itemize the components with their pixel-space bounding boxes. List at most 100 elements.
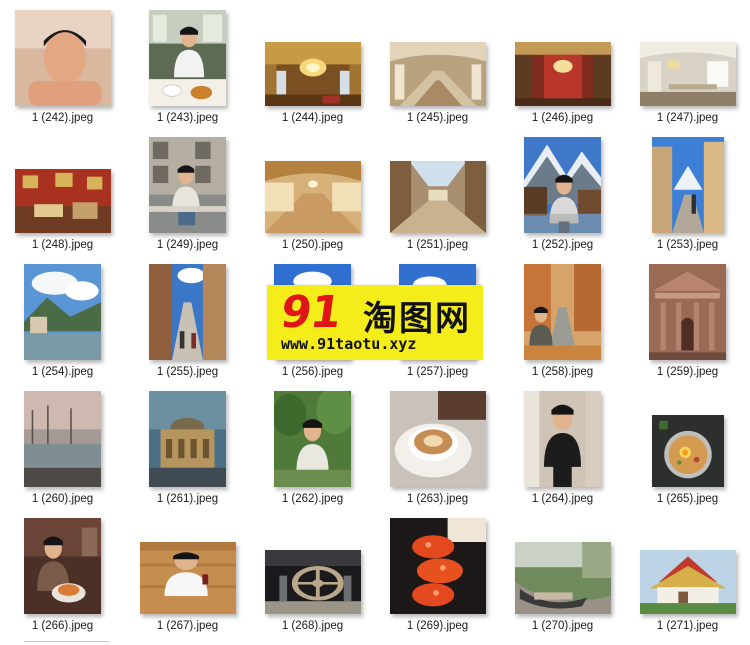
file-item[interactable]: 1 (258).jpeg — [500, 260, 625, 387]
thumbnail-image[interactable] — [149, 391, 226, 487]
thumbnail-image[interactable] — [140, 542, 236, 614]
watermark-banner: 91 淘图网 www.91taotu.xyz — [267, 285, 483, 360]
file-name: 1 (252).jpeg — [531, 239, 594, 251]
thumbnail-area — [500, 6, 625, 110]
file-name: 1 (267).jpeg — [156, 620, 219, 632]
file-item[interactable]: 1 (246).jpeg — [500, 6, 625, 133]
file-item[interactable]: 1 (247).jpeg — [625, 6, 750, 133]
file-name: 1 (243).jpeg — [156, 112, 219, 124]
file-name: 1 (248).jpeg — [31, 239, 94, 251]
thumbnail-area — [250, 514, 375, 618]
thumbnail-area — [125, 387, 250, 491]
thumbnail-area — [625, 514, 750, 618]
file-item[interactable]: 1 (255).jpeg — [125, 260, 250, 387]
thumbnail-area — [500, 133, 625, 237]
thumbnail-area — [375, 514, 500, 618]
file-name: 1 (242).jpeg — [31, 112, 94, 124]
file-name: 1 (263).jpeg — [406, 493, 469, 505]
file-item[interactable]: 1 (268).jpeg — [250, 514, 375, 641]
thumbnail-image[interactable] — [640, 42, 736, 106]
watermark-url: www.91taotu.xyz — [281, 335, 417, 353]
file-item[interactable]: 1 (254).jpeg — [0, 260, 125, 387]
file-item[interactable]: 1 (251).jpeg — [375, 133, 500, 260]
thumbnail-image[interactable] — [24, 264, 101, 360]
file-name: 1 (258).jpeg — [531, 366, 594, 378]
thumbnail-area — [625, 6, 750, 110]
thumbnail-image[interactable] — [640, 550, 736, 614]
file-item[interactable]: 1 (242).jpeg — [0, 6, 125, 133]
thumbnail-area — [125, 514, 250, 618]
thumbnail-area — [500, 387, 625, 491]
thumbnail-area — [0, 387, 125, 491]
file-item[interactable]: 1 (262).jpeg — [250, 387, 375, 514]
thumbnail-image[interactable] — [515, 542, 611, 614]
file-name: 1 (257).jpeg — [406, 366, 469, 378]
file-item[interactable]: 1 (263).jpeg — [375, 387, 500, 514]
file-item[interactable]: 1 (250).jpeg — [250, 133, 375, 260]
file-item[interactable]: 1 (264).jpeg — [500, 387, 625, 514]
thumbnail-image[interactable] — [652, 137, 724, 233]
thumbnail-image[interactable] — [265, 42, 361, 106]
file-name: 1 (268).jpeg — [281, 620, 344, 632]
file-name: 1 (266).jpeg — [31, 620, 94, 632]
thumbnail-image[interactable] — [390, 42, 486, 106]
file-name: 1 (262).jpeg — [281, 493, 344, 505]
watermark-chinese-text: 淘图网 — [363, 299, 471, 339]
thumbnail-image[interactable] — [15, 10, 111, 106]
file-name: 1 (254).jpeg — [31, 366, 94, 378]
file-name: 1 (256).jpeg — [281, 366, 344, 378]
thumbnail-image[interactable] — [390, 391, 486, 487]
file-name: 1 (245).jpeg — [406, 112, 469, 124]
thumbnail-image[interactable] — [24, 518, 101, 614]
file-item[interactable]: 1 (243).jpeg — [125, 6, 250, 133]
file-name: 1 (261).jpeg — [156, 493, 219, 505]
thumbnail-image[interactable] — [265, 161, 361, 233]
thumbnail-area — [125, 260, 250, 364]
file-name: 1 (271).jpeg — [656, 620, 719, 632]
file-name: 1 (249).jpeg — [156, 239, 219, 251]
file-item[interactable]: 1 (249).jpeg — [125, 133, 250, 260]
thumbnail-area — [0, 260, 125, 364]
file-item[interactable]: 1 (259).jpeg — [625, 260, 750, 387]
thumbnail-area — [125, 6, 250, 110]
thumbnail-image[interactable] — [649, 264, 726, 360]
file-item[interactable]: 1 (269).jpeg — [375, 514, 500, 641]
file-item[interactable]: 1 (252).jpeg — [500, 133, 625, 260]
thumbnail-area — [0, 514, 125, 618]
file-item[interactable]: 1 (260).jpeg — [0, 387, 125, 514]
thumbnail-image[interactable] — [390, 518, 486, 614]
thumbnail-image[interactable] — [524, 137, 601, 233]
file-item[interactable]: 1 (266).jpeg — [0, 514, 125, 641]
file-name: 1 (246).jpeg — [531, 112, 594, 124]
thumbnail-image[interactable] — [515, 42, 611, 106]
file-item[interactable]: 1 (245).jpeg — [375, 6, 500, 133]
thumbnail-image[interactable] — [652, 415, 724, 487]
thumbnail-area — [375, 133, 500, 237]
thumbnail-image[interactable] — [15, 169, 111, 233]
file-name: 1 (269).jpeg — [406, 620, 469, 632]
thumbnail-image[interactable] — [24, 391, 101, 487]
file-item[interactable]: 1 (271).jpeg — [625, 514, 750, 641]
thumbnail-area — [500, 514, 625, 618]
thumbnail-area — [250, 133, 375, 237]
thumbnail-image[interactable] — [149, 264, 226, 360]
file-item[interactable]: 1 (253).jpeg — [625, 133, 750, 260]
thumbnail-image[interactable] — [524, 264, 601, 360]
thumbnail-image[interactable] — [149, 10, 226, 106]
thumbnail-image[interactable] — [265, 550, 361, 614]
thumbnail-image[interactable] — [274, 391, 351, 487]
thumbnail-image[interactable] — [524, 391, 601, 487]
thumbnail-area — [375, 6, 500, 110]
thumbnail-image[interactable] — [390, 161, 486, 233]
file-item[interactable]: 1 (244).jpeg — [250, 6, 375, 133]
thumbnail-area — [375, 387, 500, 491]
file-item[interactable]: 1 (248).jpeg — [0, 133, 125, 260]
file-name: 1 (247).jpeg — [656, 112, 719, 124]
file-item[interactable]: 1 (270).jpeg — [500, 514, 625, 641]
file-item[interactable]: 1 (261).jpeg — [125, 387, 250, 514]
thumbnail-area — [125, 133, 250, 237]
file-item[interactable]: 1 (267).jpeg — [125, 514, 250, 641]
file-item[interactable]: 1 (265).jpeg — [625, 387, 750, 514]
thumbnail-image[interactable] — [149, 137, 226, 233]
thumbnail-area — [500, 260, 625, 364]
